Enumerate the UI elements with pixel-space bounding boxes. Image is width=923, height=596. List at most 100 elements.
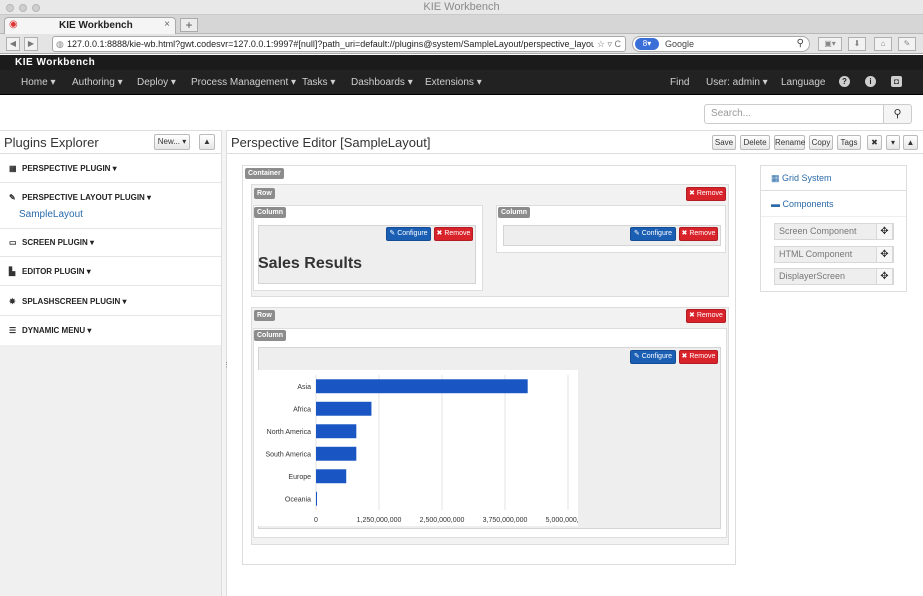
- sub-item-samplelayout[interactable]: SampleLayout: [19, 209, 83, 220]
- google-logo-icon[interactable]: 8▾: [635, 38, 659, 50]
- category-label: PERSPECTIVE PLUGIN ▾: [22, 164, 117, 173]
- splitter-handle-icon[interactable]: ⋮: [223, 361, 230, 369]
- search-input[interactable]: Search...: [704, 104, 884, 124]
- left-panel-empty-area: [0, 345, 221, 596]
- edit-icon: ✎: [633, 230, 642, 237]
- y-category-label: Africa: [293, 406, 311, 413]
- remove-row-button[interactable]: ✖ Remove: [686, 309, 726, 323]
- remove-row-button[interactable]: ✖ Remove: [686, 187, 726, 201]
- back-icon[interactable]: ◀: [6, 37, 20, 51]
- grid-system-section[interactable]: ▦ Grid System: [761, 166, 906, 191]
- nav-process-management[interactable]: Process Management ▾: [191, 77, 296, 88]
- tags-button[interactable]: Tags: [837, 135, 861, 150]
- container-label: Container: [245, 168, 284, 179]
- nav-user[interactable]: User: admin ▾: [706, 77, 768, 88]
- nav-deploy[interactable]: Deploy ▾: [137, 77, 176, 88]
- palette-item-label: Screen Component: [779, 226, 857, 236]
- remove-label: Remove: [696, 190, 723, 197]
- chart-bar: [316, 446, 357, 461]
- palette-item-html-component[interactable]: HTML Component ✥: [774, 246, 894, 263]
- move-icon[interactable]: ✥: [876, 246, 893, 263]
- configure-button[interactable]: ✎ Configure: [386, 227, 431, 241]
- editor-title: Perspective Editor [SampleLayout]: [231, 135, 431, 150]
- nav-tasks[interactable]: Tasks ▾: [302, 77, 335, 88]
- configure-label: Configure: [641, 353, 673, 360]
- menu-icon: ☰: [9, 326, 17, 335]
- category-label: EDITOR PLUGIN ▾: [22, 267, 91, 276]
- monitor-icon: ▭: [9, 238, 17, 247]
- app-brand[interactable]: KIE Workbench: [15, 57, 95, 68]
- rename-button[interactable]: Rename: [774, 135, 805, 150]
- download-icon[interactable]: ⬇: [848, 37, 866, 51]
- remove-component-button[interactable]: ✖ Remove: [434, 227, 473, 241]
- url-field[interactable]: ◍ 127.0.0.1:8888/kie-wb.html?gwt.codesvr…: [52, 36, 626, 52]
- components-label: Components: [782, 199, 834, 209]
- new-tab-button[interactable]: +: [180, 18, 198, 32]
- nav-home[interactable]: Home ▾: [21, 77, 55, 88]
- info-icon[interactable]: i: [865, 76, 876, 87]
- copy-button[interactable]: Copy: [809, 135, 833, 150]
- sales-chart: 0 1,250,000,000 2,500,000,000 3,750,000,000…: [258, 370, 590, 526]
- grid-system-link[interactable]: ▦ Grid System: [771, 173, 832, 184]
- chart-bar: [316, 424, 357, 439]
- addon-icon[interactable]: ✎: [898, 37, 916, 51]
- y-category-label: North America: [267, 429, 311, 436]
- y-category-label: Oceania: [285, 496, 311, 503]
- components-section[interactable]: ▬ Components: [761, 192, 906, 217]
- browser-search-field[interactable]: 8▾ Google ⚲: [632, 36, 810, 52]
- remove-component-button[interactable]: ✖ Remove: [679, 350, 718, 364]
- close-editor-button[interactable]: ✖: [867, 135, 882, 150]
- category-perspective-plugin[interactable]: ▦ PERSPECTIVE PLUGIN ▾: [9, 164, 117, 173]
- configure-label: Configure: [641, 230, 673, 237]
- palette-item-screen-component[interactable]: Screen Component ✥: [774, 223, 894, 240]
- plugins-explorer-title: Plugins Explorer: [4, 135, 99, 150]
- forward-icon[interactable]: ▶: [24, 37, 38, 51]
- camera-icon[interactable]: ◘: [891, 76, 902, 87]
- window-title: KIE Workbench: [423, 1, 500, 13]
- search-engine-label: Google: [665, 39, 695, 49]
- remove-label: Remove: [444, 230, 471, 237]
- column-label: Column: [498, 207, 531, 218]
- nav-dashboards[interactable]: Dashboards ▾: [351, 77, 413, 88]
- category-dynamic-menu[interactable]: ☰ DYNAMIC MENU ▾: [9, 326, 91, 335]
- x-tick-label: 1,250,000,000: [357, 517, 402, 524]
- home-icon[interactable]: ⌂: [874, 37, 892, 51]
- remove-label: Remove: [689, 353, 716, 360]
- category-editor-plugin[interactable]: ▙ EDITOR PLUGIN ▾: [9, 267, 91, 276]
- category-perspective-layout-plugin[interactable]: ✎ PERSPECTIVE LAYOUT PLUGIN ▾: [9, 193, 151, 202]
- nav-find[interactable]: Find: [670, 77, 689, 88]
- bookmarks-icon[interactable]: ▣▾: [818, 37, 842, 51]
- globe-icon: ◍: [56, 39, 64, 49]
- browser-tabbar: ◉ KIE Workbench × +: [0, 15, 923, 34]
- column-label: Column: [254, 207, 287, 218]
- magnifier-icon[interactable]: ⚲: [797, 37, 804, 51]
- nav-language[interactable]: Language: [781, 77, 826, 88]
- plugins-explorer: Plugins Explorer New... ▾ ▲ ▦ PERSPECTIVE…: [0, 130, 221, 345]
- components-link[interactable]: ▬ Components: [771, 199, 834, 209]
- grid-icon: ▦: [9, 164, 17, 173]
- delete-button[interactable]: Delete: [740, 135, 770, 150]
- category-screen-plugin[interactable]: ▭ SCREEN PLUGIN ▾: [9, 238, 94, 247]
- category-label: PERSPECTIVE LAYOUT PLUGIN ▾: [22, 193, 152, 202]
- new-plugin-button[interactable]: New... ▾: [154, 134, 190, 150]
- category-splashscreen-plugin[interactable]: ✸ SPLASHSCREEN PLUGIN ▾: [9, 297, 126, 306]
- url-text: 127.0.0.1:8888/kie-wb.html?gwt.codesvr=1…: [67, 39, 618, 49]
- help-icon[interactable]: ?: [839, 76, 850, 87]
- remove-component-button[interactable]: ✖ Remove: [679, 227, 718, 241]
- collapse-panel-button[interactable]: ▲: [199, 134, 215, 150]
- configure-button[interactable]: ✎ Configure: [630, 350, 676, 364]
- panel-splitter[interactable]: ⋮: [221, 130, 230, 596]
- configure-button[interactable]: ✎ Configure: [630, 227, 676, 241]
- browser-tab[interactable]: ◉ KIE Workbench ×: [4, 17, 176, 34]
- collapse-editor-button[interactable]: ▲: [903, 135, 918, 150]
- editor-menu-button[interactable]: ▾: [886, 135, 900, 150]
- palette-item-displayer-screen[interactable]: DisplayerScreen ✥: [774, 268, 894, 285]
- move-icon[interactable]: ✥: [876, 223, 893, 240]
- reload-icon[interactable]: ☆ ▿ C: [593, 37, 621, 51]
- move-icon[interactable]: ✥: [876, 268, 893, 285]
- tab-close-icon[interactable]: ×: [164, 19, 170, 30]
- save-button[interactable]: Save: [712, 135, 736, 150]
- search-button[interactable]: ⚲: [884, 104, 912, 124]
- nav-authoring[interactable]: Authoring ▾: [72, 77, 123, 88]
- nav-extensions[interactable]: Extensions ▾: [425, 77, 482, 88]
